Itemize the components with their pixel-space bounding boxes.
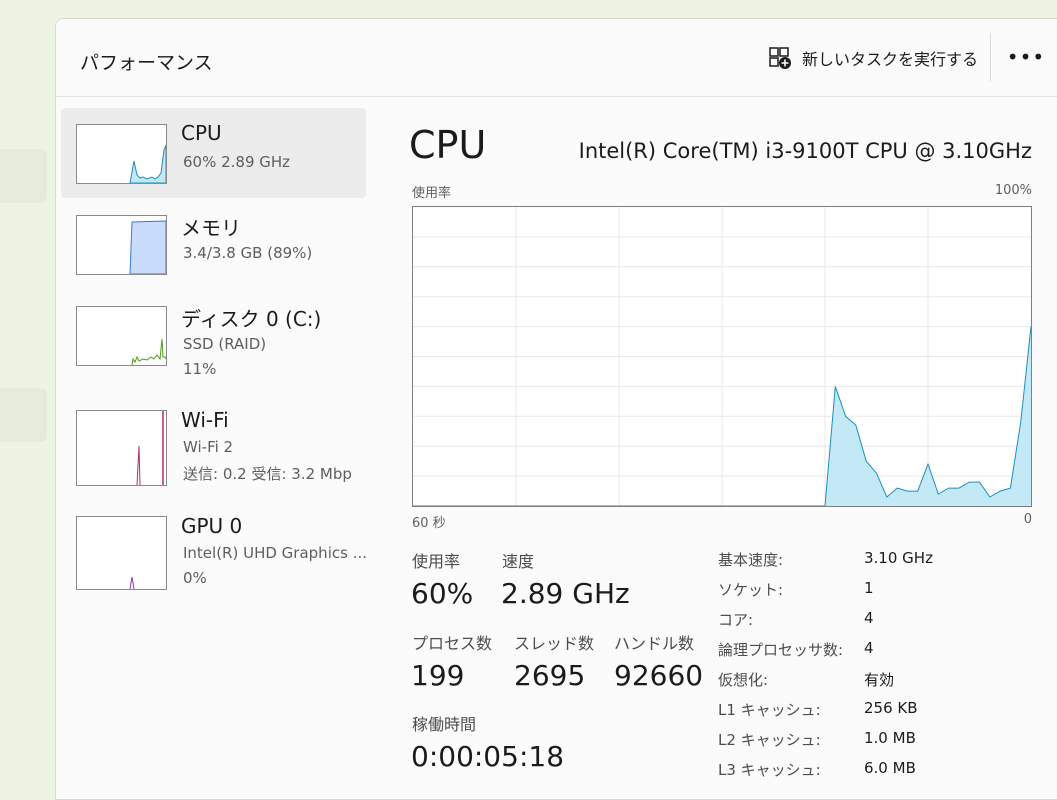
sidebar-item-subtitle: 3.4/3.8 GB (89%) xyxy=(183,244,313,262)
sidebar-item-title: Wi-Fi xyxy=(181,408,229,432)
processes-value: 199 xyxy=(411,659,465,692)
sidebar-item-title: GPU 0 xyxy=(181,514,243,538)
sidebar-item-wifi[interactable]: Wi-Fi Wi-Fi 2 送信: 0.2 受信: 3.2 Mbp xyxy=(61,396,366,486)
sidebar-item-throughput: 送信: 0.2 受信: 3.2 Mbp xyxy=(183,465,352,483)
speed-label: 速度 xyxy=(502,552,535,571)
sidebar-item-disk[interactable]: ディスク 0 (C:) SSD (RAID) 11% xyxy=(61,290,366,380)
graph-y-label: 使用率 xyxy=(412,186,452,201)
header-divider xyxy=(990,33,991,81)
threads-label: スレッド数 xyxy=(514,634,595,653)
spec-value-logical-processors: 4 xyxy=(864,639,874,657)
gpu-mini-graph xyxy=(76,516,167,590)
cpu-usage-graph xyxy=(412,206,1032,507)
new-task-label: 新しいタスクを実行する xyxy=(802,50,979,69)
spec-label-base-speed: 基本速度: xyxy=(718,551,784,569)
wifi-mini-graph xyxy=(76,410,167,486)
spec-label-sockets: ソケット: xyxy=(718,581,784,599)
spec-label-logical-processors: 論理プロセッサ数: xyxy=(718,641,844,659)
utilization-value: 60% xyxy=(411,577,474,610)
sidebar-item-title: CPU xyxy=(181,121,222,145)
spec-value-l2-cache: 1.0 MB xyxy=(864,729,916,747)
sidebar-item-subtitle: Wi-Fi 2 xyxy=(183,438,234,456)
speed-value: 2.89 GHz xyxy=(501,577,630,610)
handles-value: 92660 xyxy=(614,659,704,692)
graph-y-max-label: 100% xyxy=(994,183,1032,198)
new-task-icon xyxy=(768,46,792,70)
spec-value-sockets: 1 xyxy=(864,579,874,597)
graph-x-left-label: 60 秒 xyxy=(412,516,446,531)
sidebar-item-memory[interactable]: メモリ 3.4/3.8 GB (89%) xyxy=(61,199,366,289)
spec-value-l3-cache: 6.0 MB xyxy=(864,759,916,777)
disk-mini-graph xyxy=(76,306,167,366)
new-task-button[interactable]: 新しいタスクを実行する xyxy=(768,43,978,73)
spec-value-virtualization: 有効 xyxy=(864,671,895,689)
uptime-value: 0:00:05:18 xyxy=(411,740,565,773)
sidebar-item-subtitle: 60% 2.89 GHz xyxy=(183,153,291,171)
uptime-label: 稼働時間 xyxy=(412,715,477,734)
cpu-model-name: Intel(R) Core(TM) i3-9100T CPU @ 3.10GHz xyxy=(578,139,1032,163)
memory-mini-graph xyxy=(76,215,167,275)
threads-value: 2695 xyxy=(514,659,586,692)
more-options-button[interactable]: ••• xyxy=(1006,41,1046,73)
page-title: パフォーマンス xyxy=(80,52,213,74)
processes-label: プロセス数 xyxy=(412,634,493,653)
sidebar-item-subtitle: Intel(R) UHD Graphics ... xyxy=(183,544,367,562)
utilization-label: 使用率 xyxy=(412,552,461,571)
sidebar-item-title: メモリ xyxy=(181,216,241,240)
sidebar-item-cpu[interactable]: CPU 60% 2.89 GHz xyxy=(61,108,366,198)
spec-label-l2-cache: L2 キャッシュ: xyxy=(718,731,821,749)
sidebar-item-usage: 0% xyxy=(183,569,207,587)
spec-label-l3-cache: L3 キャッシュ: xyxy=(718,761,821,779)
sidebar-item-gpu[interactable]: GPU 0 Intel(R) UHD Graphics ... 0% xyxy=(61,502,367,592)
spec-value-l1-cache: 256 KB xyxy=(864,699,918,717)
spec-value-cores: 4 xyxy=(864,609,874,627)
sidebar-item-usage: 11% xyxy=(183,360,217,378)
sidebar-item-subtitle: SSD (RAID) xyxy=(183,335,267,353)
graph-x-right-label: 0 xyxy=(1023,512,1032,527)
spec-label-l1-cache: L1 キャッシュ: xyxy=(718,701,821,719)
main-title: CPU xyxy=(409,123,487,167)
handles-label: ハンドル数 xyxy=(614,634,695,653)
background-nav-highlight xyxy=(0,388,47,442)
cpu-mini-graph xyxy=(76,124,167,184)
performance-window: パフォーマンス 新しいタスクを実行する ••• CPU 60% 2.89 GHz… xyxy=(55,18,1057,800)
sidebar-item-title: ディスク 0 (C:) xyxy=(181,307,322,331)
spec-value-base-speed: 3.10 GHz xyxy=(864,549,933,567)
spec-label-cores: コア: xyxy=(718,611,754,629)
spec-label-virtualization: 仮想化: xyxy=(718,671,769,689)
header: パフォーマンス 新しいタスクを実行する ••• xyxy=(56,19,1057,97)
background-nav-highlight xyxy=(0,149,47,203)
